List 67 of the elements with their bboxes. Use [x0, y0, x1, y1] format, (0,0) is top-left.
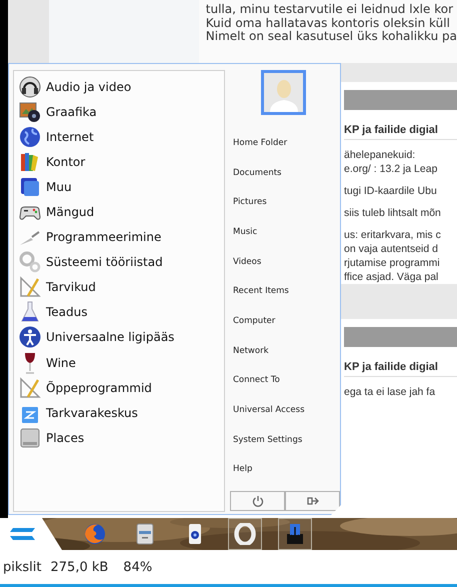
status-text: 84%: [123, 560, 152, 574]
menu-category[interactable]: Teadus: [46, 305, 88, 320]
user-avatar[interactable]: [261, 70, 306, 115]
logout-icon: [306, 496, 318, 506]
menu-category[interactable]: Universaalne ligipääs: [46, 330, 174, 344]
article-text: Nimelt on seal kasutusel üks kohalikku pa: [206, 30, 457, 44]
page-margin: [8, 0, 50, 63]
download-icon: [284, 523, 306, 545]
logout-button[interactable]: [285, 491, 340, 512]
menu-category[interactable]: Graafika: [46, 104, 97, 119]
place-link[interactable]: Documents: [233, 168, 282, 178]
taskbar-app[interactable]: [278, 518, 312, 550]
place-link[interactable]: Computer: [233, 316, 276, 326]
article-text: e.org/ : 13.2 ja Leap: [344, 162, 438, 176]
place-link[interactable]: Connect To: [233, 375, 280, 386]
article-text: ega ta ei lase jah fa: [344, 385, 436, 399]
status-text: 275,0 kB: [50, 560, 108, 574]
place-link[interactable]: Music: [233, 226, 258, 237]
gears-icon: [19, 251, 41, 274]
power-button[interactable]: [230, 491, 285, 512]
article-text: on vaja autentseid d: [344, 242, 439, 256]
ring-icon: [234, 523, 256, 545]
menu-category[interactable]: Õppeprogrammid: [46, 380, 152, 395]
menu-category[interactable]: Süsteemi tööriistad: [46, 255, 163, 270]
article-text: Kuid oma hallatavas kontoris oleksin küll: [206, 16, 451, 30]
article-heading: KP ja failide digial: [344, 110, 457, 140]
person-icon: [270, 80, 298, 112]
menu-category[interactable]: Muu: [46, 180, 72, 194]
place-link[interactable]: Universal Access: [233, 405, 305, 416]
drafting-icon: [19, 376, 41, 399]
menu-category[interactable]: Audio ja video: [46, 80, 132, 94]
article-text: tulla, minu testarvutile ei leidnud lxle kor: [206, 3, 454, 16]
drafting-icon: [19, 276, 41, 298]
menu-category[interactable]: Kontor: [46, 154, 86, 169]
cube-icon: [19, 176, 41, 198]
headphones-icon: [19, 76, 41, 98]
article-text: ffice asjad. Väga pal: [344, 270, 440, 284]
article-text: us: eritarkvara, mis c: [344, 228, 442, 242]
place-link[interactable]: Pictures: [233, 197, 267, 208]
globe-icon: [19, 126, 41, 148]
taskbar-app[interactable]: [228, 518, 262, 550]
books-icon: [19, 150, 41, 173]
drive-icon: [19, 426, 41, 449]
place-link[interactable]: System Settings: [233, 434, 302, 445]
menu-category[interactable]: Wine: [46, 356, 76, 370]
flask-icon: [19, 301, 41, 324]
article-text: ähelepanekuid:: [344, 148, 416, 162]
accessibility-icon: [19, 326, 41, 348]
article-text: tugi ID-kaardile Ubu: [344, 184, 438, 198]
power-icon: [252, 495, 264, 508]
menu-category[interactable]: Tarvikud: [46, 280, 96, 294]
place-link[interactable]: Videos: [233, 256, 262, 267]
place-link[interactable]: Help: [233, 464, 252, 474]
place-link[interactable]: Network: [233, 346, 268, 356]
article-heading: KP ja failide digial: [344, 347, 457, 377]
article-text: rjutamise programmi: [344, 256, 441, 270]
file-cabinet-icon: [134, 523, 156, 545]
place-link[interactable]: Recent Items: [233, 286, 289, 296]
menu-category[interactable]: Mängud: [46, 205, 94, 220]
menu-category[interactable]: Tarkvarakeskus: [46, 406, 138, 420]
status-text: pikslit: [3, 560, 42, 574]
place-link[interactable]: Home Folder: [233, 138, 288, 148]
article-text: siis tuleb lihtsalt mõn: [344, 206, 442, 220]
menu-category[interactable]: Internet: [46, 130, 94, 144]
start-menu-button[interactable]: [0, 518, 62, 550]
menu-category[interactable]: Places: [46, 430, 84, 445]
menu-category[interactable]: Programmeerimine: [46, 230, 162, 244]
